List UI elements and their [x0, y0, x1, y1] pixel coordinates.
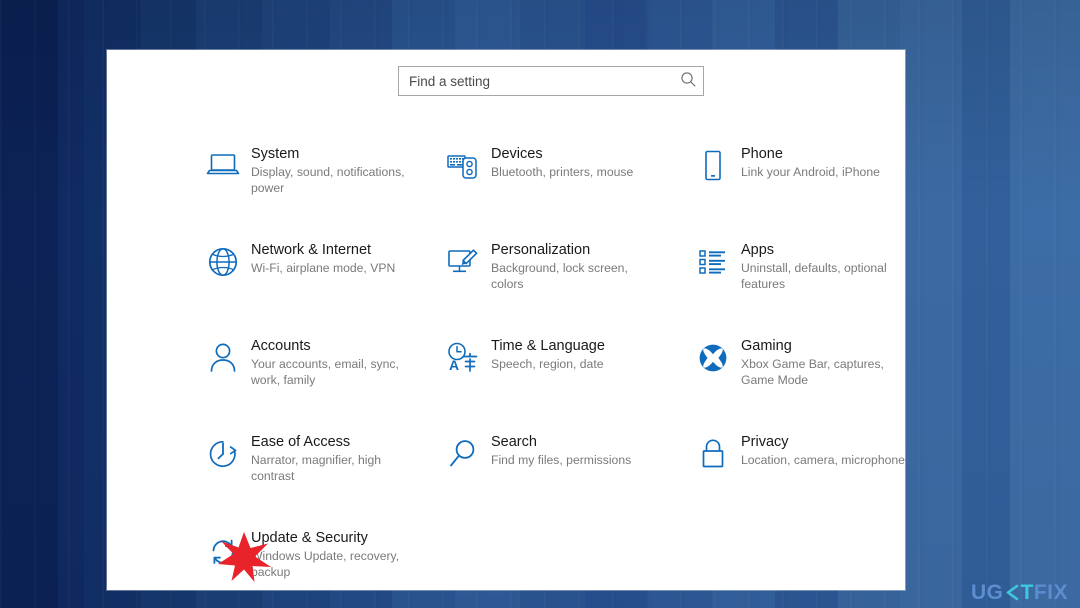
clock-language-icon: A: [441, 336, 485, 380]
screen: System Display, sound, notifications, po…: [0, 0, 1080, 608]
accessibility-icon: [201, 432, 245, 476]
tile-description: Xbox Game Bar, captures, Game Mode: [741, 357, 884, 387]
search-icon: [680, 71, 697, 91]
grid-row: Accounts Your accounts, email, sync, wor…: [107, 334, 905, 430]
globe-icon: [201, 240, 245, 284]
app-list-icon: [691, 240, 735, 284]
tile-description: Narrator, magnifier, high contrast: [251, 453, 382, 483]
tile-description: Speech, region, date: [491, 357, 604, 371]
settings-tile-ease-of-access[interactable]: Ease of Access Narrator, magnifier, high…: [201, 430, 451, 484]
search-button[interactable]: [673, 67, 703, 95]
settings-tile-search[interactable]: Search Find my files, permissions: [441, 430, 691, 476]
settings-category-grid: System Display, sound, notifications, po…: [107, 142, 905, 608]
tile-text: Apps Uninstall, defaults, optional featu…: [735, 238, 919, 292]
settings-tile-accounts[interactable]: Accounts Your accounts, email, sync, wor…: [201, 334, 451, 388]
tile-text: Gaming Xbox Game Bar, captures, Game Mod…: [735, 334, 919, 388]
tile-description: Display, sound, notifications, power: [251, 165, 405, 195]
settings-tile-apps[interactable]: Apps Uninstall, defaults, optional featu…: [691, 238, 941, 292]
tile-text: Accounts Your accounts, email, sync, wor…: [245, 334, 421, 388]
settings-tile-gaming[interactable]: Gaming Xbox Game Bar, captures, Game Mod…: [691, 334, 941, 388]
tile-text: Network & Internet Wi-Fi, airplane mode,…: [245, 238, 395, 277]
magnifier-icon: [441, 432, 485, 476]
grid-row: Ease of Access Narrator, magnifier, high…: [107, 430, 905, 526]
settings-tile-privacy[interactable]: Privacy Location, camera, microphone: [691, 430, 941, 476]
tile-title: System: [251, 146, 300, 162]
tile-title: Apps: [741, 242, 775, 258]
tile-title: Time & Language: [491, 338, 605, 354]
settings-tile-system[interactable]: System Display, sound, notifications, po…: [201, 142, 451, 196]
watermark-part-1: UG: [971, 581, 1004, 604]
tile-description: Location, camera, microphone: [741, 453, 905, 467]
search-box[interactable]: [398, 66, 704, 96]
tile-title: Personalization: [491, 242, 591, 258]
tile-description: Background, lock screen, colors: [491, 261, 628, 291]
grid-row: Network & Internet Wi-Fi, airplane mode,…: [107, 238, 905, 334]
tile-text: Time & Language Speech, region, date: [485, 334, 605, 373]
tile-description: Uninstall, defaults, optional features: [741, 261, 887, 291]
laptop-icon: [201, 144, 245, 188]
settings-tile-network-internet[interactable]: Network & Internet Wi-Fi, airplane mode,…: [201, 238, 451, 284]
tile-title: Devices: [491, 146, 543, 162]
refresh-shield-icon: [201, 528, 245, 572]
search-row: [107, 50, 905, 130]
tile-title: Network & Internet: [251, 242, 372, 258]
chevron-left-icon: [1005, 584, 1020, 601]
tile-title: Search: [491, 434, 537, 450]
tile-text: Search Find my files, permissions: [485, 430, 631, 469]
tile-title: Accounts: [251, 338, 311, 354]
tile-description: Link your Android, iPhone: [741, 165, 880, 179]
tile-description: Bluetooth, printers, mouse: [491, 165, 634, 179]
watermark: UG T FIX: [971, 582, 1068, 603]
settings-tile-personalization[interactable]: Personalization Background, lock screen,…: [441, 238, 691, 292]
settings-tile-update-security[interactable]: Update & Security Windows Update, recove…: [201, 526, 451, 580]
grid-row: Update & Security Windows Update, recove…: [107, 526, 905, 608]
tile-title: Privacy: [741, 434, 789, 450]
xbox-icon: [691, 336, 735, 380]
tile-title: Gaming: [741, 338, 792, 354]
monitor-brush-icon: [441, 240, 485, 284]
lock-icon: [691, 432, 735, 476]
tile-text: Devices Bluetooth, printers, mouse: [485, 142, 633, 181]
watermark-part-2: T: [1020, 581, 1034, 604]
tile-text: Ease of Access Narrator, magnifier, high…: [245, 430, 421, 484]
svg-text:A: A: [449, 357, 459, 373]
tile-text: Update & Security Windows Update, recove…: [245, 526, 421, 580]
tile-description: Wi-Fi, airplane mode, VPN: [251, 261, 396, 275]
tile-description: Find my files, permissions: [491, 453, 632, 467]
settings-tile-phone[interactable]: Phone Link your Android, iPhone: [691, 142, 941, 188]
tile-text: Privacy Location, camera, microphone: [735, 430, 905, 469]
phone-icon: [691, 144, 735, 188]
tile-title: Ease of Access: [251, 434, 351, 450]
person-icon: [201, 336, 245, 380]
tile-title: Update & Security: [251, 530, 368, 546]
tile-text: Phone Link your Android, iPhone: [735, 142, 880, 181]
tile-text: System Display, sound, notifications, po…: [245, 142, 421, 196]
keyboard-mouse-icon: [441, 144, 485, 188]
settings-tile-devices[interactable]: Devices Bluetooth, printers, mouse: [441, 142, 691, 188]
tile-title: Phone: [741, 146, 783, 162]
search-input[interactable]: [399, 73, 673, 89]
watermark-part-3: FIX: [1033, 581, 1068, 604]
tile-description: Your accounts, email, sync, work, family: [251, 357, 399, 387]
settings-window: System Display, sound, notifications, po…: [107, 50, 905, 590]
tile-description: Windows Update, recovery, backup: [251, 549, 400, 579]
tile-text: Personalization Background, lock screen,…: [485, 238, 661, 292]
settings-tile-time-language[interactable]: A Time & Language Speech, region, date: [441, 334, 691, 380]
grid-row: System Display, sound, notifications, po…: [107, 142, 905, 238]
